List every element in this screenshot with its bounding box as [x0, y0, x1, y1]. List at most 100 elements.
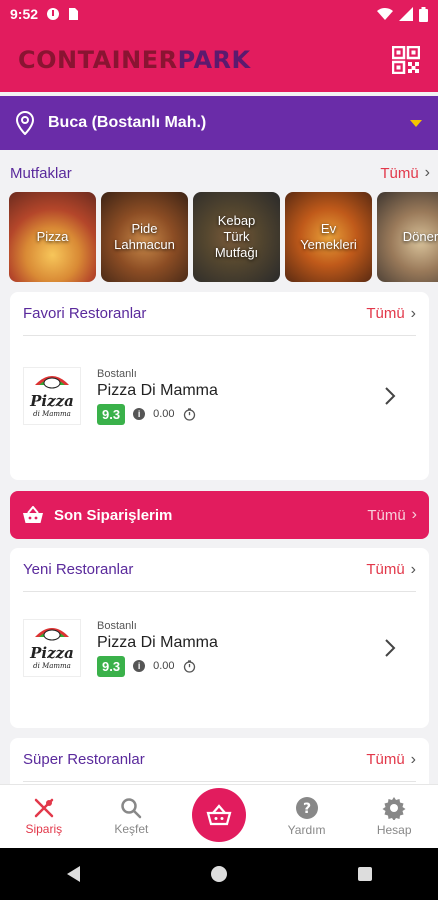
- restaurant-logo: Pizza di Mamma: [23, 619, 81, 677]
- restaurant-district: Bostanlı: [97, 367, 137, 380]
- kitchens-header: Mutfaklar Tümü ›: [10, 162, 430, 184]
- restaurant-logo: Pizza di Mamma: [23, 367, 81, 425]
- location-text: Buca (Bostanlı Mah.): [48, 114, 207, 131]
- kitchen-label: Pizza: [36, 228, 69, 244]
- restaurant-name: Pizza Di Mamma: [97, 381, 218, 399]
- timer-icon: [183, 659, 195, 673]
- nav-help[interactable]: ? Yardım: [263, 785, 351, 848]
- qr-code-button[interactable]: [391, 45, 421, 75]
- kitchen-card-kebap[interactable]: Kebap Türk Mutfağı: [193, 192, 280, 282]
- favorites-header: Favori Restoranlar Tümü ›: [23, 292, 416, 336]
- info-icon: i: [133, 408, 146, 420]
- nav-order[interactable]: Sipariş: [0, 785, 88, 848]
- kitchens-all-label: Tümü: [380, 164, 419, 182]
- location-selector[interactable]: Buca (Bostanlı Mah.): [0, 96, 438, 150]
- chevron-right-icon: ›: [410, 304, 416, 322]
- restaurant-meta: 9.3 i 0.00: [97, 655, 218, 677]
- kitchen-card-ev-yemekleri[interactable]: Ev Yemekleri: [285, 192, 372, 282]
- status-bar: 9:52: [0, 0, 438, 28]
- nav-help-label: Yardım: [287, 823, 326, 837]
- search-icon: [121, 798, 142, 819]
- gear-icon: [382, 797, 406, 820]
- recent-orders-bar[interactable]: Son Siparişlerim Tümü ›: [10, 491, 429, 539]
- score-badge: 9.3: [97, 403, 126, 425]
- back-icon[interactable]: [65, 865, 81, 883]
- restaurant-meta: 9.3 i 0.00: [97, 403, 218, 425]
- app-notification-icon: [47, 8, 60, 20]
- brand-logo: CONTAINERPARK: [18, 46, 251, 74]
- wifi-icon: [377, 7, 393, 21]
- kitchen-card-pizza[interactable]: Pizza: [9, 192, 96, 282]
- new-restaurants-all-label: Tümü: [366, 561, 405, 578]
- logo-subtext: di Mamma: [33, 410, 71, 418]
- basket-icon: [206, 803, 232, 825]
- home-icon[interactable]: [210, 865, 228, 883]
- kitchen-label: Ev Yemekleri: [300, 220, 357, 252]
- super-restaurants-all-link[interactable]: Tümü ›: [366, 751, 416, 769]
- nav-order-label: Sipariş: [25, 822, 63, 836]
- kitchens-carousel[interactable]: Pizza Pide Lahmacun Kebap Türk Mutfağı E…: [9, 192, 438, 282]
- favorites-all-label: Tümü: [366, 305, 405, 322]
- logo-text: Pizza: [29, 392, 74, 410]
- restaurant-row[interactable]: Pizza di Mamma Bostanlı Pizza Di Mamma 9…: [10, 336, 429, 456]
- new-restaurants-all-link[interactable]: Tümü ›: [366, 561, 416, 579]
- location-pin-icon: [16, 111, 34, 135]
- chevron-down-icon: [410, 119, 422, 127]
- recents-icon[interactable]: [357, 866, 373, 882]
- favorites-all-link[interactable]: Tümü ›: [366, 305, 416, 323]
- svg-text:?: ?: [303, 801, 311, 817]
- nav-explore[interactable]: Keşfet: [88, 785, 176, 848]
- info-icon: i: [133, 660, 146, 672]
- super-restaurants-header: Süper Restoranlar Tümü ›: [23, 738, 416, 782]
- kitchen-label: Pide Lahmacun: [114, 220, 175, 252]
- chevron-right-icon: ›: [410, 560, 416, 578]
- bottom-nav: Sipariş Keşfet ? Yardım Hesap: [0, 784, 438, 848]
- favorites-card: Favori Restoranlar Tümü › Pizza di Mamma…: [10, 292, 429, 480]
- chevron-right-icon: ›: [410, 750, 416, 768]
- recent-orders-title: Son Siparişlerim: [54, 506, 173, 524]
- chevron-right-icon: [385, 639, 396, 657]
- sim-card-icon: [69, 8, 79, 20]
- restaurant-row[interactable]: Pizza di Mamma Bostanlı Pizza Di Mamma 9…: [10, 592, 429, 704]
- logo-subtext: di Mamma: [33, 662, 71, 670]
- recent-orders-all-link[interactable]: Tümü ›: [367, 506, 417, 524]
- restaurant-info: Bostanlı Pizza Di Mamma 9.3 i 0.00: [97, 620, 218, 677]
- chevron-right-icon: ›: [411, 506, 417, 523]
- kitchen-label: Kebap Türk Mutfağı: [214, 212, 259, 261]
- nav-basket[interactable]: [175, 785, 263, 848]
- logo-text: Pizza: [29, 644, 74, 662]
- restaurant-info: Bostanlı Pizza Di Mamma 9.3 i 0.00: [97, 368, 218, 425]
- system-nav-bar: [0, 848, 438, 900]
- new-restaurants-header: Yeni Restoranlar Tümü ›: [23, 548, 416, 592]
- nav-account-label: Hesap: [376, 823, 412, 837]
- nav-explore-label: Keşfet: [114, 822, 149, 836]
- kitchen-card-pide[interactable]: Pide Lahmacun: [101, 192, 188, 282]
- new-restaurants-title: Yeni Restoranlar: [23, 561, 134, 578]
- min-order-value: 0.00: [153, 660, 175, 672]
- kitchen-card-doner[interactable]: Döner: [377, 192, 438, 282]
- restaurant-name: Pizza Di Mamma: [97, 633, 218, 651]
- min-order-value: 0.00: [153, 408, 175, 420]
- recent-orders-all-label: Tümü: [367, 506, 406, 524]
- chevron-right-icon: ›: [424, 164, 430, 181]
- fork-spoon-icon: [34, 798, 54, 818]
- kitchens-title: Mutfaklar: [10, 164, 72, 182]
- chevron-right-icon: [385, 387, 396, 405]
- super-restaurants-all-label: Tümü: [366, 751, 405, 768]
- signal-icon: [399, 7, 413, 21]
- score-badge: 9.3: [97, 655, 126, 677]
- super-restaurants-title: Süper Restoranlar: [23, 751, 145, 768]
- basket-icon: [23, 506, 43, 523]
- help-icon: ?: [295, 797, 318, 819]
- nav-account[interactable]: Hesap: [350, 785, 438, 848]
- kitchens-all-link[interactable]: Tümü ›: [380, 164, 430, 182]
- brand-part-park: PARK: [177, 46, 251, 74]
- pizza-logo-icon: Pizza di Mamma: [29, 628, 74, 670]
- pizza-logo-icon: Pizza di Mamma: [29, 376, 74, 418]
- basket-button[interactable]: [191, 787, 246, 842]
- restaurant-district: Bostanlı: [97, 619, 137, 632]
- battery-icon: [419, 6, 428, 22]
- qr-code-icon: [391, 45, 421, 75]
- brand-part-container: CONTAINER: [18, 46, 178, 74]
- favorites-title: Favori Restoranlar: [23, 305, 147, 322]
